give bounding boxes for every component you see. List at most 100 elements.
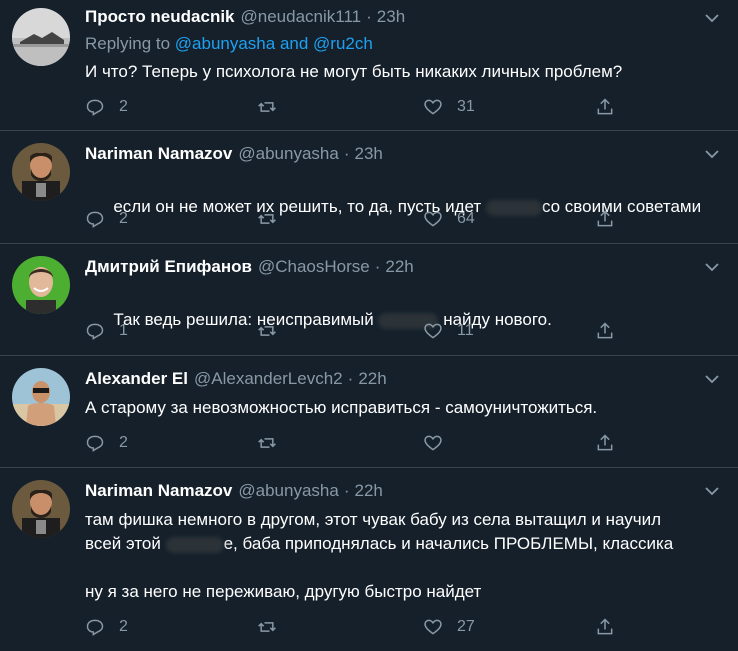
separator: · xyxy=(347,369,354,388)
like-icon xyxy=(424,323,442,339)
tweet[interactable]: Alexander El @AlexanderLevch2 · 22h А старо… xyxy=(0,356,738,468)
like-button[interactable]: 11 xyxy=(423,319,474,343)
share-button[interactable] xyxy=(595,615,615,639)
like-count: 27 xyxy=(457,618,475,635)
timestamp[interactable]: 22h xyxy=(355,481,383,500)
avatar[interactable] xyxy=(12,256,70,314)
like-icon xyxy=(424,435,442,451)
tweet-text: там фишка немного в другом, этот чувак б… xyxy=(85,508,730,604)
timestamp[interactable]: 23h xyxy=(355,144,383,163)
user-handle[interactable]: @neudacnik111 xyxy=(241,7,362,26)
tweet[interactable]: Просто neudacnik @neudacnik111 · 23h Replyi… xyxy=(0,0,738,131)
avatar[interactable] xyxy=(12,143,70,201)
tweet-actions: 2 27 xyxy=(85,615,645,639)
tweet-header: Дмитрий Епифанов @ChaosHorse · 22h xyxy=(85,256,414,278)
tweet[interactable]: Дмитрий Епифанов @ChaosHorse · 22h Так ведь… xyxy=(0,244,738,356)
reply-icon xyxy=(86,211,104,228)
text-part: е, баба приподнялась и начались ПРОБЛЕМЫ… xyxy=(223,534,674,553)
like-count: 11 xyxy=(457,322,474,339)
share-button[interactable] xyxy=(595,319,615,343)
censored-text xyxy=(165,536,224,553)
chevron-down-icon[interactable] xyxy=(704,146,720,162)
like-button[interactable]: 31 xyxy=(423,95,475,119)
retweet-button[interactable] xyxy=(257,95,291,119)
avatar[interactable] xyxy=(12,8,70,66)
display-name[interactable]: Просто neudacnik xyxy=(85,7,235,26)
share-icon xyxy=(597,434,613,451)
mention-link[interactable]: @ru2ch xyxy=(313,34,373,53)
timestamp[interactable]: 22h xyxy=(358,369,386,388)
tweet-text: А старому за невозможностью исправиться … xyxy=(85,398,598,417)
user-handle[interactable]: @abunyasha xyxy=(238,144,338,163)
share-icon xyxy=(597,210,613,227)
retweet-icon xyxy=(258,102,276,112)
retweet-button[interactable] xyxy=(257,319,291,343)
like-count: 64 xyxy=(457,210,475,227)
retweet-button[interactable] xyxy=(257,207,291,231)
avatar[interactable] xyxy=(12,368,70,426)
replying-and[interactable]: and xyxy=(275,34,313,53)
reply-button[interactable]: 2 xyxy=(85,615,128,639)
text-line: ну я за него не переживаю, другую быстро… xyxy=(85,582,482,601)
like-icon xyxy=(424,211,442,227)
retweet-button[interactable] xyxy=(257,431,291,455)
share-icon xyxy=(597,322,613,339)
text-line: там фишка немного в другом, этот чувак б… xyxy=(85,510,662,529)
display-name[interactable]: Дмитрий Епифанов xyxy=(85,257,252,276)
reply-count: 2 xyxy=(119,618,128,635)
tweet[interactable]: Nariman Namazov @abunyasha · 22h там фишка … xyxy=(0,468,738,651)
chevron-down-icon[interactable] xyxy=(704,10,720,26)
timestamp[interactable]: 23h xyxy=(377,7,405,26)
tweet-actions: 2 31 xyxy=(85,95,645,119)
retweet-icon xyxy=(258,438,276,448)
user-handle[interactable]: @abunyasha xyxy=(238,481,338,500)
like-icon xyxy=(424,619,442,635)
share-icon xyxy=(597,98,613,115)
share-button[interactable] xyxy=(595,431,615,455)
tweet-actions: 2 64 xyxy=(85,207,645,231)
tweet[interactable]: Nariman Namazov @abunyasha · 23h если он не… xyxy=(0,131,738,244)
reply-button[interactable]: 2 xyxy=(85,207,128,231)
user-handle[interactable]: @ChaosHorse xyxy=(258,257,370,276)
like-button[interactable]: 27 xyxy=(423,615,475,639)
text-line-spacer xyxy=(85,556,730,580)
display-name[interactable]: Alexander El xyxy=(85,369,188,388)
text-part: всей этой xyxy=(85,534,166,553)
display-name[interactable]: Nariman Namazov xyxy=(85,481,232,500)
tweet-header: Просто neudacnik @neudacnik111 · 23h xyxy=(85,6,405,28)
replying-to: Replying to @abunyasha and @ru2ch xyxy=(85,33,373,55)
text-line: всей этой е, баба приподнялась и началис… xyxy=(85,532,730,556)
retweet-icon xyxy=(258,326,276,336)
share-button[interactable] xyxy=(595,95,615,119)
reply-icon xyxy=(86,435,104,452)
reply-button[interactable]: 2 xyxy=(85,431,128,455)
like-button[interactable]: 64 xyxy=(423,207,475,231)
like-count: 31 xyxy=(457,98,475,115)
reply-icon xyxy=(86,323,104,340)
reply-count: 1 xyxy=(119,322,128,339)
separator: · xyxy=(374,257,381,276)
mention-link[interactable]: @abunyasha xyxy=(175,34,275,53)
timestamp[interactable]: 22h xyxy=(385,257,413,276)
chevron-down-icon[interactable] xyxy=(704,483,720,499)
reply-count: 2 xyxy=(119,210,128,227)
retweet-icon xyxy=(258,622,276,632)
tweet-header: Nariman Namazov @abunyasha · 23h xyxy=(85,143,383,165)
like-icon xyxy=(424,99,442,115)
reply-icon xyxy=(86,619,104,636)
reply-count: 2 xyxy=(119,98,128,115)
share-icon xyxy=(597,618,613,635)
separator: · xyxy=(343,481,350,500)
separator: · xyxy=(366,7,372,26)
reply-button[interactable]: 1 xyxy=(85,319,128,343)
share-button[interactable] xyxy=(595,207,615,231)
avatar[interactable] xyxy=(12,480,70,538)
like-button[interactable] xyxy=(423,431,457,455)
user-handle[interactable]: @AlexanderLevch2 xyxy=(194,369,343,388)
chevron-down-icon[interactable] xyxy=(704,371,720,387)
chevron-down-icon[interactable] xyxy=(704,259,720,275)
retweet-button[interactable] xyxy=(257,615,291,639)
display-name[interactable]: Nariman Namazov xyxy=(85,144,232,163)
reply-button[interactable]: 2 xyxy=(85,95,128,119)
retweet-icon xyxy=(258,214,276,224)
